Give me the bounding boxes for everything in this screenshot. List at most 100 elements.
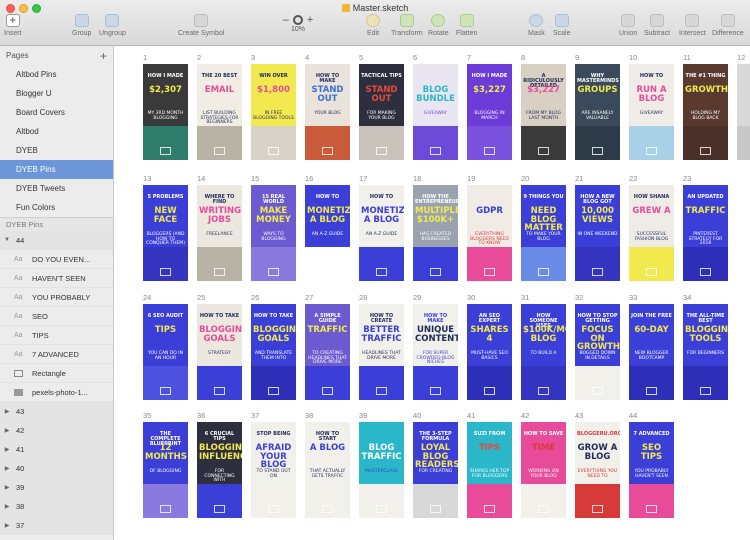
artboard[interactable]: The all-time bestBLOGGING TOOLS for begin…: [683, 304, 728, 400]
artboard[interactable]: The 20 best EMAIL list building strategies…: [197, 64, 242, 160]
zoom-in-icon[interactable]: +: [307, 14, 313, 26]
union-button[interactable]: Union: [619, 14, 637, 37]
group-button[interactable]: Group: [72, 14, 91, 37]
artboard[interactable]: How to MONETIZE A BLOG an A-Z guide: [359, 185, 404, 281]
subtract-button[interactable]: Subtract: [644, 14, 670, 37]
artboard[interactable]: The 3-step formula LOYAL BLOG READERS for …: [413, 422, 458, 518]
ungroup-button[interactable]: Ungroup: [99, 14, 126, 37]
artboard[interactable]: GDPR everything bloggers need to know: [467, 185, 512, 281]
artboard[interactable]: How to stop getting FOCUS ON GROWTH bogged…: [575, 304, 620, 400]
create-symbol-button[interactable]: Create Symbol: [178, 14, 224, 37]
page-item[interactable]: DYEB Tweets: [0, 179, 113, 198]
page-item[interactable]: Fun Colors: [0, 198, 113, 217]
artboard[interactable]: The complete blueprint 12 MONTHS of bloggi…: [143, 422, 188, 518]
artboard[interactable]: The #1 thing GROWTH holding my blog back: [683, 64, 728, 160]
edit-button[interactable]: Edit: [366, 14, 380, 37]
artboard[interactable]: A simple guide TRAFFIC to creating headlin…: [305, 304, 350, 400]
artboard[interactable]: 9 things you NEED BLOG MATTER to make your…: [521, 185, 566, 281]
layer-group-collapsed[interactable]: ▶ 40: [0, 459, 113, 478]
artboard[interactable]: An SEO expert SHARES 4 must-have SEO basic…: [467, 304, 512, 400]
artboard[interactable]: BloggerU.org GROW A BLOG everything you ne…: [575, 422, 620, 518]
artboard[interactable]: 6 SEO audit TIPS you can do in an hour: [143, 304, 188, 400]
artboard[interactable]: Suzi from TIPS shares her top for bloggers: [467, 422, 512, 518]
layer-group-collapsed[interactable]: ▶ 43: [0, 402, 113, 421]
artboard[interactable]: Join the free 60-DAY new blogger bootcamp: [629, 304, 674, 400]
artboard-canvas[interactable]: 1 How I made $2,307 my 3rd month blogging 2 T…: [114, 46, 750, 540]
layer-row[interactable]: Aa SEO: [0, 307, 113, 326]
add-page-icon[interactable]: +: [100, 50, 107, 62]
zoom-out-icon[interactable]: –: [283, 14, 289, 26]
artboard-text: for super crowded blog niches: [416, 351, 455, 366]
artboard[interactable]: An updated TRAFFIC pinterest strategy for …: [683, 185, 728, 281]
artboard[interactable]: Where to find WRITING JOBS freelance: [197, 185, 242, 281]
artboard[interactable]: BLOG BUNDLE giveaway: [413, 64, 458, 160]
page-item[interactable]: Board Covers: [0, 103, 113, 122]
artboard[interactable]: How Shana GREW A successful fashion blog: [629, 185, 674, 281]
page-item[interactable]: Altbod: [0, 122, 113, 141]
layer-row[interactable]: Aa DO YOU EVEN...: [0, 250, 113, 269]
zoom-control[interactable]: – + 10%: [270, 14, 326, 33]
artboard[interactable]: 6 crucial tipsBLOGGING INFLUENCERS for co…: [197, 422, 242, 518]
intersect-button[interactable]: Intersect: [679, 14, 706, 37]
mask-button[interactable]: Mask: [528, 14, 545, 37]
artboard[interactable]: How to save TIME working on your blog: [521, 422, 566, 518]
flatten-button[interactable]: Flatten: [456, 14, 477, 37]
layer-row[interactable]: Aa 7 ADVANCED: [0, 345, 113, 364]
transform-button[interactable]: Transform: [391, 14, 423, 37]
artboard[interactable]: 15 real world MAKE MONEY ways to blogging: [251, 185, 296, 281]
layer-group-collapsed[interactable]: ▶ 37: [0, 516, 113, 535]
artboard[interactable]: How to make STAND OUT your blog: [305, 64, 350, 160]
disclosure-closed-icon[interactable]: ▶: [2, 484, 12, 491]
layer-children: Aa DO YOU EVEN... Aa HAVEN'T SEEN Aa YOU PROB…: [0, 250, 113, 402]
disclosure-closed-icon[interactable]: ▶: [2, 427, 12, 434]
disclosure-closed-icon[interactable]: ▶: [2, 465, 12, 472]
artboard[interactable]: How the entrepreneur MULTIPLE $100K+ has c…: [413, 185, 458, 281]
artboard[interactable]: 5 problems NEW FACE bloggers (and how to c…: [143, 185, 188, 281]
layer-group-open[interactable]: ▼ 44: [0, 231, 113, 250]
scale-button[interactable]: Scale: [553, 14, 571, 37]
disclosure-closed-icon[interactable]: ▶: [2, 408, 12, 415]
artboard[interactable]: Stop being AFRAID YOUR BLOG to stand out o…: [251, 422, 296, 518]
page-item[interactable]: Altbod Pins: [0, 65, 113, 84]
layer-row[interactable]: Aa YOU PROBABLY: [0, 288, 113, 307]
artboard[interactable]: How a new blog got 10,000 VIEWS in one wee…: [575, 185, 620, 281]
artboard[interactable]: [737, 64, 750, 160]
artboard[interactable]: A ridiculously detailed $3,227 from my blo…: [521, 64, 566, 160]
artboard[interactable]: Tactical tips STAND OUT for making your bl…: [359, 64, 404, 160]
artboard[interactable]: How to RUN A BLOG giveaway: [629, 64, 674, 160]
artboard[interactable]: How to take BLOGGING GOALS and translate t…: [251, 304, 296, 400]
artboard[interactable]: How I made $2,307 my 3rd month blogging: [143, 64, 188, 160]
layer-group-collapsed[interactable]: ▶ 38: [0, 497, 113, 516]
insert-button[interactable]: + Insert: [4, 14, 22, 37]
disclosure-open-icon[interactable]: ▼: [2, 237, 12, 243]
page-item[interactable]: DYEB: [0, 141, 113, 160]
artboard[interactable]: How to start A BLOG that actually gets tra…: [305, 422, 350, 518]
artboard[interactable]: How to MONETIZE A BLOG an A-Z guide: [305, 185, 350, 281]
layer-group-collapsed[interactable]: ▶ 39: [0, 478, 113, 497]
artboard[interactable]: BLOG TRAFFIC masterclass: [359, 422, 404, 518]
artboard[interactable]: Why masterminds GROUPS are insanely valuab…: [575, 64, 620, 160]
layer-row[interactable]: Rectangle: [0, 364, 113, 383]
disclosure-closed-icon[interactable]: ▶: [2, 522, 12, 529]
artboard[interactable]: How to create BETTER TRAFFIC headlines tha…: [359, 304, 404, 400]
layer-row[interactable]: pexels-photo-1...: [0, 383, 113, 402]
rotate-button[interactable]: Rotate: [428, 14, 449, 37]
artboard[interactable]: How to take BLOGGING GOALS strategy: [197, 304, 242, 400]
layer-group-collapsed[interactable]: ▶ 41: [0, 440, 113, 459]
disclosure-closed-icon[interactable]: ▶: [2, 446, 12, 453]
artboard-text: How a new blog got: [580, 194, 615, 206]
artboard-text: How to: [639, 73, 664, 79]
artboard[interactable]: Win over $1,800 in free blogging tools: [251, 64, 296, 160]
artboard[interactable]: 7 advanced SEO TIPS you probably haven't s…: [629, 422, 674, 518]
artboard[interactable]: How someone uses$100K/MONTH BLOGto build…: [521, 304, 566, 400]
artboard[interactable]: How I made $3,227 blogging in March: [467, 64, 512, 160]
difference-button[interactable]: Difference: [712, 14, 744, 37]
layer-row[interactable]: Aa HAVEN'T SEEN: [0, 269, 113, 288]
disclosure-closed-icon[interactable]: ▶: [2, 503, 12, 510]
page-item[interactable]: DYEB Pins: [0, 160, 113, 179]
layer-group-collapsed[interactable]: ▶ 42: [0, 421, 113, 440]
artboard[interactable]: How to make UNIQUE CONTENT for super crowd…: [413, 304, 458, 400]
layer-row[interactable]: Aa TIPS: [0, 326, 113, 345]
artboard-text: BLOGGING TOOLS: [685, 325, 728, 344]
page-item[interactable]: Blogger U: [0, 84, 113, 103]
